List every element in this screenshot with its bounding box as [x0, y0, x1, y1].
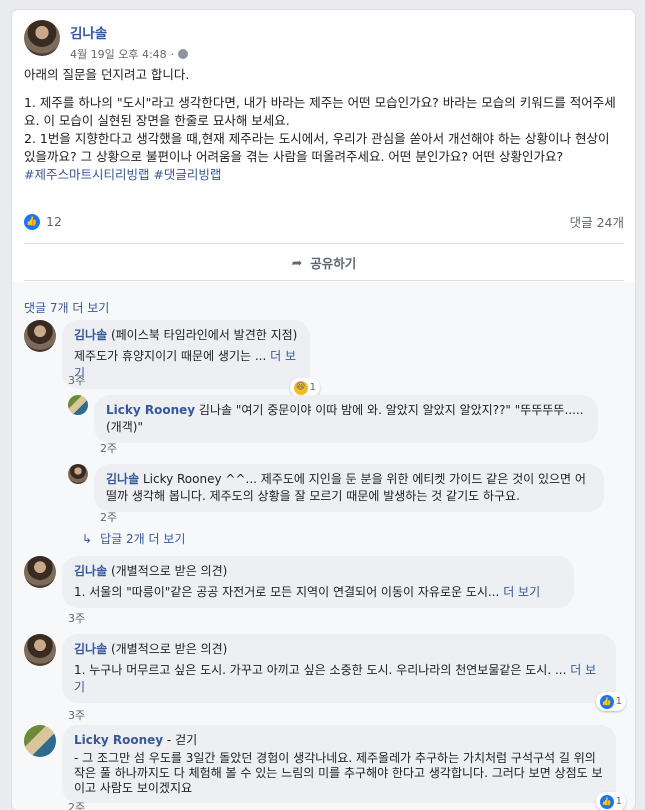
- comment-bubble: 김나솔 (개별적으로 받은 의견) 1. 누구나 머무르고 싶은 도시. 가꾸고…: [62, 634, 626, 711]
- commenter-avatar[interactable]: [24, 725, 56, 757]
- like-icon: 👍: [599, 794, 614, 809]
- see-more-link[interactable]: 더 보기: [503, 585, 540, 599]
- share-button[interactable]: ➦ 공유하기: [24, 245, 624, 279]
- post-question-1: 1. 제주를 하나의 "도시"라고 생각한다면, 내가 바라는 제주는 어떤 모…: [24, 95, 616, 128]
- globe-icon: [178, 49, 189, 59]
- commenter-avatar[interactable]: [68, 464, 88, 484]
- divider: [24, 243, 624, 244]
- reaction-count: 1: [309, 382, 316, 393]
- more-replies-link[interactable]: ↳ 답글 2개 더 보기: [82, 530, 185, 547]
- comment-author[interactable]: 김나솔: [106, 472, 139, 486]
- comment-time[interactable]: 2주: [100, 440, 117, 456]
- more-replies-label: 답글 2개 더 보기: [100, 532, 186, 546]
- post-body: 아래의 질문을 던지려고 합니다. 1. 제주를 하나의 "도시"라고 생각한다…: [24, 66, 624, 184]
- comment: 김나솔 (개별적으로 받은 의견) 1. 누구나 머무르고 싶은 도시. 가꾸고…: [24, 634, 626, 711]
- comment-time[interactable]: 2주: [100, 509, 117, 525]
- like-count[interactable]: 12: [46, 214, 62, 229]
- reply-arrow-icon: ↳: [82, 531, 93, 546]
- reaction-count: 1: [615, 796, 622, 807]
- comment-subtitle: (페이스북 타임라인에서 발견한 지점): [110, 328, 298, 342]
- post-author[interactable]: 김나솔: [70, 22, 188, 42]
- more-comments-link[interactable]: 댓글 7개 더 보기: [24, 299, 109, 316]
- commenter-avatar[interactable]: [24, 556, 56, 588]
- comment-author[interactable]: 김나솔: [74, 642, 107, 656]
- comment-author[interactable]: 김나솔: [74, 328, 107, 342]
- like-icon: 👍: [24, 213, 40, 230]
- share-icon: ➦: [291, 254, 303, 270]
- comment-bubble: Licky Rooney 김나솔 "여기 중문이야 이따 밤에 와. 알았지 알…: [94, 395, 598, 443]
- comment-text: 1. 서울의 "따릉이"같은 공공 자전거로 모든 지역이 연결되어 이동이 자…: [74, 585, 504, 599]
- commenter-avatar[interactable]: [24, 320, 56, 352]
- reply: Licky Rooney 김나솔 "여기 중문이야 이따 밤에 와. 알았지 알…: [68, 395, 598, 443]
- comments-section: 댓글 7개 더 보기 김나솔 (페이스북 타임라인에서 발견한 지점) 제주도가…: [12, 282, 635, 810]
- comment-subtitle: (개별적으로 받은 의견): [110, 564, 228, 578]
- comment-text: 제주도가 휴양지이기 때문에 생기는 ...: [74, 349, 271, 363]
- post-intro: 아래의 질문을 던지려고 합니다.: [24, 67, 190, 82]
- comment-text: 1. 누구나 머무르고 싶은 도시. 가꾸고 아끼고 싶은 소중한 도시. 우리…: [74, 663, 571, 677]
- comment: 김나솔 (페이스북 타임라인에서 발견한 지점) 제주도가 휴양지이기 때문에 …: [24, 320, 320, 397]
- comment-subtitle: - 걷기: [166, 733, 198, 747]
- comment-time[interactable]: 3주: [68, 372, 85, 388]
- comment-subtitle: (개별적으로 받은 의견): [110, 642, 228, 656]
- comment-author[interactable]: Licky Rooney: [106, 403, 195, 417]
- comment-count[interactable]: 댓글 24개: [570, 212, 624, 231]
- like-icon: 👍: [599, 694, 614, 709]
- share-label: 공유하기: [310, 255, 357, 271]
- post-header: 김나솔 4월 19일 오후 4:48 ·: [24, 20, 189, 64]
- comment-bubble: 김나솔 Licky Rooney ^^... 제주도에 지인을 둔 분을 위한 …: [94, 464, 604, 512]
- post-timestamp[interactable]: 4월 19일 오후 4:48: [70, 46, 167, 62]
- commenter-avatar[interactable]: [68, 395, 88, 415]
- post-stats: 👍 12 댓글 24개: [24, 212, 624, 231]
- comment-author[interactable]: 김나솔: [74, 564, 107, 578]
- comment-bubble: 김나솔 (페이스북 타임라인에서 발견한 지점) 제주도가 휴양지이기 때문에 …: [62, 320, 320, 397]
- comment-time[interactable]: 2주: [68, 799, 85, 810]
- reaction-badge[interactable]: 👍 1: [595, 792, 626, 810]
- haha-icon: 😆: [293, 380, 308, 395]
- post-hashtags[interactable]: #제주스마트시티리빙랩 #댓글리빙랩: [24, 166, 624, 184]
- comment: Licky Rooney - 걷기 - 그 조그만 섬 우도를 3일간 돌았던 …: [24, 725, 626, 810]
- post-card: 김나솔 4월 19일 오후 4:48 · 아래의 질문을 던지려고 합니다. 1…: [12, 10, 635, 810]
- comment-time[interactable]: 3주: [68, 707, 85, 723]
- reaction-count: 1: [615, 696, 622, 707]
- author-avatar[interactable]: [24, 20, 60, 56]
- comment-author[interactable]: Licky Rooney: [74, 733, 163, 747]
- reply: 김나솔 Licky Rooney ^^... 제주도에 지인을 둔 분을 위한 …: [68, 464, 604, 512]
- comment-time[interactable]: 3주: [68, 610, 85, 626]
- commenter-avatar[interactable]: [24, 634, 56, 666]
- comment-bubble: 김나솔 (개별적으로 받은 의견) 1. 서울의 "따릉이"같은 공공 자전거로…: [62, 556, 574, 608]
- reaction-badge[interactable]: 👍 1: [595, 692, 626, 711]
- comment: 김나솔 (개별적으로 받은 의견) 1. 서울의 "따릉이"같은 공공 자전거로…: [24, 556, 574, 608]
- post-question-2: 2. 1번을 지향한다고 생각했을 때,현재 제주라는 도시에서, 우리가 관심…: [24, 131, 610, 164]
- comment-text: Licky Rooney ^^... 제주도에 지인을 둔 분을 위한 에티켓 …: [106, 472, 586, 503]
- comment-bubble: Licky Rooney - 걷기 - 그 조그만 섬 우도를 3일간 돌았던 …: [62, 725, 626, 810]
- comment-text: - 그 조그만 섬 우도를 3일간 돌았던 경험이 생각나네요. 제주올레가 추…: [74, 751, 603, 795]
- divider: [24, 280, 624, 281]
